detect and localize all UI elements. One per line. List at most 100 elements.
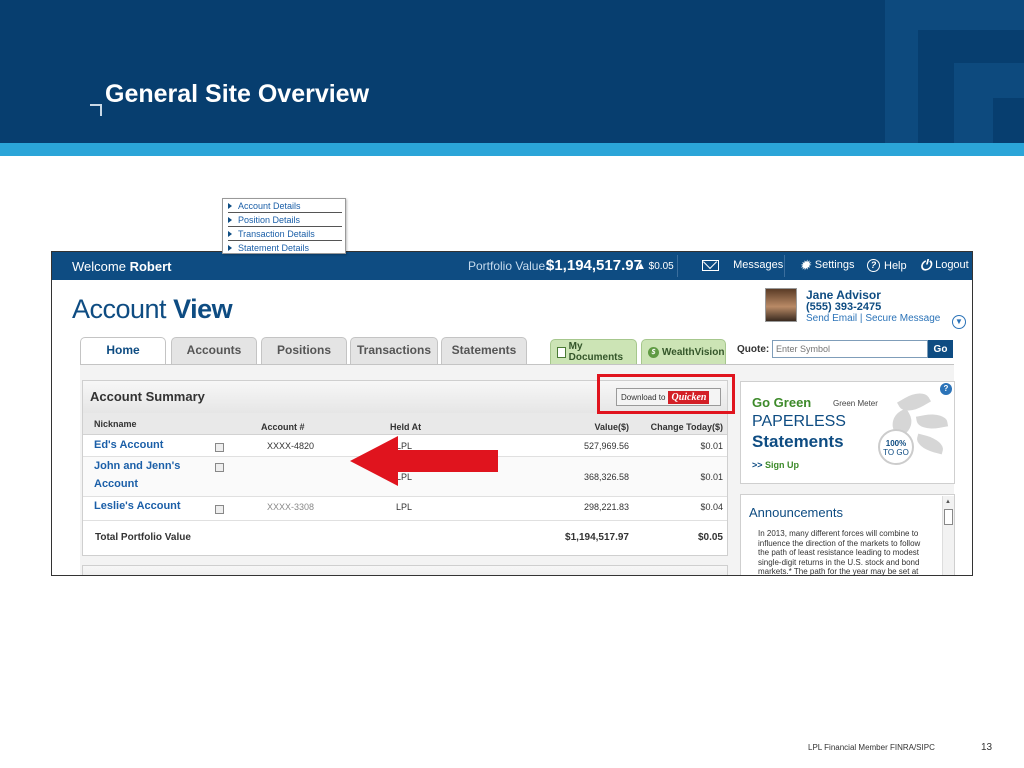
tab-statements[interactable]: Statements xyxy=(441,337,527,364)
portfolio-value: $1,194,517.97 xyxy=(546,257,642,274)
next-section-header xyxy=(82,565,728,575)
settings-link[interactable]: ✹ Settings xyxy=(799,257,855,273)
row-menu-icon[interactable] xyxy=(215,443,224,452)
sign-up-link[interactable]: >> Sign Up xyxy=(752,460,799,470)
tab-positions[interactable]: Positions xyxy=(261,337,347,364)
tab-accounts[interactable]: Accounts xyxy=(171,337,257,364)
slide-header: General Site Overview xyxy=(0,0,1024,143)
help-label: Help xyxy=(884,259,907,272)
settings-label: Settings xyxy=(814,259,855,271)
gear-icon: ✹ xyxy=(799,257,811,273)
tab-home[interactable]: Home xyxy=(80,337,166,366)
total-change: $0.05 xyxy=(697,532,723,543)
decor-block xyxy=(993,98,1024,143)
table-header: Nickname Account # Held At Value($) Chan… xyxy=(83,413,727,435)
power-icon: ⏻ xyxy=(920,257,932,273)
go-green-title: Go Green xyxy=(752,395,812,410)
sign-up-arrows: >> xyxy=(752,460,763,470)
account-change: $0.01 xyxy=(700,472,723,482)
quote-symbol-input[interactable] xyxy=(772,340,928,358)
row-menu-icon[interactable] xyxy=(215,463,224,472)
slide-stripe xyxy=(0,143,1024,156)
account-change: $0.01 xyxy=(700,441,723,451)
top-bar: Welcome Robert Portfolio Value: $1,194,5… xyxy=(52,252,972,280)
secure-message-link[interactable]: Secure Message xyxy=(865,313,940,324)
scroll-thumb[interactable] xyxy=(944,509,953,525)
quote-go-button[interactable]: Go xyxy=(928,340,953,358)
paperless-label: PAPERLESS xyxy=(752,413,846,430)
document-icon xyxy=(557,346,566,358)
app-screenshot: Welcome Robert Portfolio Value: $1,194,5… xyxy=(51,251,973,576)
total-portfolio-row: Total Portfolio Value $1,194,517.97 $0.0… xyxy=(83,521,727,557)
account-change: $0.04 xyxy=(700,502,723,512)
logout-label: Logout xyxy=(935,259,969,271)
caret-right-icon xyxy=(228,217,232,223)
menu-item-label: Statement Details xyxy=(238,243,310,253)
total-label: Total Portfolio Value xyxy=(95,532,191,543)
statements-label: Statements xyxy=(752,432,844,451)
tab-my-documents[interactable]: My Documents xyxy=(550,339,637,364)
user-name: Robert xyxy=(129,259,172,274)
advisor-avatar xyxy=(765,288,797,322)
messages-label: Messages xyxy=(733,259,784,271)
menu-item-label: Account Details xyxy=(238,201,301,211)
account-number: XXXX-3308 xyxy=(267,502,315,512)
account-value: 527,969.56 xyxy=(583,441,629,451)
slide-title: General Site Overview xyxy=(105,80,370,108)
tab-wealthvision[interactable]: $ WealthVision xyxy=(641,339,726,364)
menu-item-transaction-details[interactable]: Transaction Details xyxy=(228,229,342,241)
topbar-divider xyxy=(784,255,785,277)
link-separator: | xyxy=(859,313,863,324)
welcome-text: Welcome Robert xyxy=(72,259,171,274)
green-meter-gauge: 100% TO GO xyxy=(878,429,914,465)
red-arrow-icon xyxy=(350,436,498,486)
advisor-links: Send Email | Secure Message xyxy=(806,313,940,324)
sign-up-label: Sign Up xyxy=(765,460,800,470)
table-row: Leslie's Account XXXX-3308 LPL 298,221.8… xyxy=(83,497,727,521)
logo-light: Account xyxy=(72,294,167,324)
total-value: $1,194,517.97 xyxy=(565,532,629,543)
held-at: LPL xyxy=(396,502,413,512)
help-link[interactable]: ? Help xyxy=(867,259,907,272)
announcements-text: In 2013, many different forces will comb… xyxy=(758,529,921,576)
account-context-menu: Account Details Position Details Transac… xyxy=(222,198,346,254)
announcements-scrollbar[interactable]: ▲ xyxy=(942,496,954,575)
caret-right-icon xyxy=(228,231,232,237)
advisor-phone: (555) 393-2475 xyxy=(806,301,882,313)
wealthvision-label: WealthVision xyxy=(662,346,725,358)
quote-label: Quote: xyxy=(737,344,770,355)
col-nickname: Nickname xyxy=(94,419,137,429)
tab-transactions[interactable]: Transactions xyxy=(350,337,438,364)
menu-item-label: Transaction Details xyxy=(238,229,315,239)
caret-right-icon xyxy=(228,203,232,209)
advisor-name: Jane Advisor xyxy=(806,288,881,302)
my-documents-label: My Documents xyxy=(568,341,624,363)
menu-item-account-details[interactable]: Account Details xyxy=(228,201,342,213)
messages-link[interactable]: Messages xyxy=(702,259,783,271)
scroll-up-icon[interactable]: ▲ xyxy=(945,499,951,505)
logout-link[interactable]: ⏻ Logout xyxy=(920,257,969,273)
menu-item-label: Position Details xyxy=(238,215,301,225)
menu-item-position-details[interactable]: Position Details xyxy=(228,215,342,227)
send-email-link[interactable]: Send Email xyxy=(806,313,857,324)
mail-icon xyxy=(702,259,719,271)
account-view-logo: Account View xyxy=(72,294,233,325)
account-link-john-jenn-line2[interactable]: Account xyxy=(94,478,138,490)
gauge-to-go: TO GO xyxy=(883,448,909,457)
account-link-john-jenn[interactable]: John and Jenn's xyxy=(94,460,180,472)
col-value: Value($) xyxy=(594,422,629,432)
account-value: 298,221.83 xyxy=(583,502,629,512)
leaf-icon xyxy=(914,433,946,455)
menu-item-statement-details[interactable]: Statement Details xyxy=(228,243,342,254)
slide-footer: LPL Financial Member FINRA/SIPC xyxy=(808,743,935,752)
announcements-title: Announcements xyxy=(749,505,843,520)
page-number: 13 xyxy=(981,742,993,753)
row-menu-icon[interactable] xyxy=(215,505,224,514)
chevron-down-icon[interactable]: ▼ xyxy=(952,315,966,329)
col-held-at: Held At xyxy=(390,422,422,432)
account-link-eds[interactable]: Ed's Account xyxy=(94,439,163,451)
account-link-leslie[interactable]: Leslie's Account xyxy=(94,500,181,512)
go-green-panel: Go Green Green Meter PAPERLESS Statement… xyxy=(740,381,955,484)
help-icon[interactable]: ? xyxy=(940,383,952,395)
leaf-icon xyxy=(915,411,949,432)
